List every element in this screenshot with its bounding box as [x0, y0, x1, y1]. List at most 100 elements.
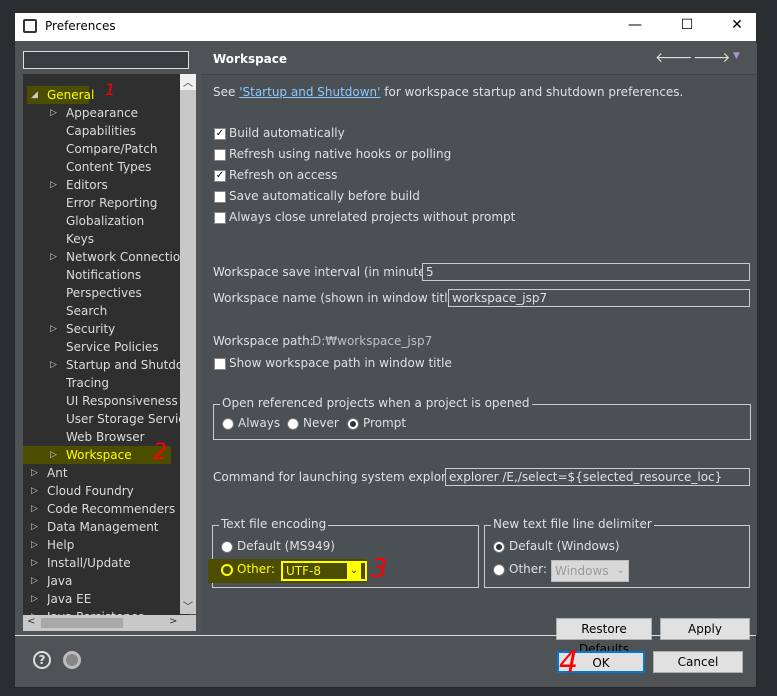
tree-item[interactable]: Tracing [66, 374, 109, 392]
expand-arrow-icon[interactable]: ▷ [31, 468, 38, 478]
tree-item[interactable]: Appearance [66, 104, 138, 122]
scroll-thumb[interactable] [41, 618, 123, 628]
tree-item[interactable]: Compare/Patch [66, 140, 157, 158]
tree-item[interactable]: Content Types [66, 158, 151, 176]
checkbox[interactable]: ✓ [214, 170, 226, 182]
expand-arrow-icon[interactable]: ▷ [31, 540, 38, 550]
expand-arrow-icon[interactable]: ▷ [50, 360, 57, 370]
tree-item[interactable]: Capabilities [66, 122, 136, 140]
tree-item[interactable]: Help [47, 536, 74, 554]
expand-arrow-icon[interactable]: ▷ [31, 504, 38, 514]
save-interval-label: Workspace save interval (in minutes): [213, 265, 441, 279]
view-menu-icon[interactable]: ▼ [733, 51, 740, 61]
eclipse-icon [23, 19, 37, 33]
tree-item[interactable]: Data Management [47, 518, 159, 536]
radio-always[interactable] [222, 418, 234, 430]
import-export-icon[interactable] [63, 651, 81, 669]
radio-prompt-label: Prompt [363, 416, 407, 430]
expand-arrow-icon[interactable]: ▷ [50, 450, 57, 460]
tree-item[interactable]: Service Policies [66, 338, 159, 356]
tree-item[interactable]: UI Responsiveness Monitoring [66, 392, 180, 410]
checkbox[interactable] [214, 212, 226, 224]
tree-item[interactable]: Web Browser [66, 428, 145, 446]
line-delimiter-group: New text file line delimiter Default (Wi… [484, 517, 750, 588]
maximize-button[interactable]: ☐ [677, 17, 697, 33]
scroll-right-icon[interactable]: > [169, 616, 177, 627]
tree-item[interactable]: Install/Update [47, 554, 131, 572]
workspace-path-value: D:₩workspace_jsp7 [312, 334, 433, 348]
back-arrow-icon[interactable]: 🡐 [655, 49, 693, 66]
tree-item[interactable]: Editors [66, 176, 108, 194]
tree-item[interactable]: Cloud Foundry [47, 482, 134, 500]
startup-shutdown-link[interactable]: 'Startup and Shutdown' [239, 85, 380, 99]
tree-item[interactable]: Error Reporting [66, 194, 157, 212]
restore-defaults-button[interactable]: Restore Defaults [556, 618, 652, 656]
expand-arrow-icon[interactable]: ▷ [50, 180, 57, 190]
filter-input[interactable] [25, 53, 165, 67]
scroll-left-icon[interactable]: < [27, 616, 35, 627]
tree-item[interactable]: Code Recommenders [47, 500, 175, 518]
tree-item[interactable]: General [47, 86, 94, 104]
delimiter-other-label: Other: [509, 562, 547, 576]
minimize-button[interactable]: — [625, 17, 645, 33]
checkbox[interactable] [214, 149, 226, 161]
tree-item[interactable]: Perspectives [66, 284, 142, 302]
tree-item[interactable]: Java [47, 572, 72, 590]
delimiter-other-radio[interactable] [493, 564, 505, 576]
save-interval-input[interactable]: 5 [422, 263, 750, 281]
scroll-up-icon[interactable]: ︿ [180, 74, 196, 90]
expand-arrow-icon[interactable]: ▷ [31, 594, 38, 604]
expand-arrow-icon[interactable]: ▷ [50, 252, 57, 262]
chevron-down-icon: ⌄ [616, 565, 625, 576]
expand-arrow-icon[interactable]: ▷ [31, 486, 38, 496]
workspace-name-input[interactable]: workspace_jsp7 [448, 289, 750, 307]
tree-item[interactable]: Notifications [66, 266, 141, 284]
tree-item[interactable]: Java EE [47, 590, 91, 608]
collapse-arrow-icon[interactable]: ◢ [31, 90, 38, 100]
scroll-down-icon[interactable]: ﹀ [180, 598, 196, 614]
expand-arrow-icon[interactable]: ▷ [50, 108, 57, 118]
forward-arrow-icon[interactable]: 🡒 [693, 49, 731, 66]
help-icon[interactable]: ? [33, 651, 51, 669]
checkbox-label: Save automatically before build [229, 189, 420, 203]
open-projects-group: Open referenced projects when a project … [213, 396, 751, 440]
tree-horizontal-scrollbar[interactable]: < > [23, 615, 196, 631]
checkbox-label: Refresh on access [229, 168, 338, 182]
tree-item[interactable]: User Storage Service [66, 410, 180, 428]
tree-item[interactable]: Globalization [66, 212, 144, 230]
explorer-command-label: Command for launching system explorer: [213, 470, 462, 484]
tree-item[interactable]: Security [66, 320, 115, 338]
tree-item[interactable]: Keys [66, 230, 94, 248]
checkbox[interactable]: ✓ [214, 128, 226, 140]
expand-arrow-icon[interactable]: ▷ [31, 558, 38, 568]
explorer-command-input[interactable]: explorer /E,/select=${selected_resource_… [445, 468, 750, 486]
encoding-default-label: Default (MS949) [237, 539, 335, 553]
radio-never[interactable] [287, 418, 299, 430]
tree-item[interactable]: Search [66, 302, 107, 320]
tree-vertical-scrollbar[interactable]: ︿ ﹀ [180, 74, 196, 614]
expand-arrow-icon[interactable]: ▷ [31, 522, 38, 532]
encoding-select[interactable]: UTF-8 ⌄ [281, 561, 367, 581]
apply-button[interactable]: Apply [660, 618, 750, 640]
tree-item[interactable]: Network Connections [66, 248, 180, 266]
delimiter-default-radio[interactable] [493, 541, 505, 553]
open-projects-title: Open referenced projects when a project … [220, 396, 532, 410]
radio-prompt[interactable] [347, 418, 359, 430]
expand-arrow-icon[interactable]: ▷ [31, 576, 38, 586]
workspace-page: Workspace 🡐 🡒 ▼ See 'Startup and Shutdow… [201, 43, 757, 656]
show-path-checkbox[interactable] [214, 358, 226, 370]
checkbox-label: Build automatically [229, 126, 345, 140]
close-button[interactable]: ✕ [727, 17, 747, 33]
encoding-default-radio[interactable] [221, 541, 233, 553]
tree-item[interactable]: Startup and Shutdown [66, 356, 180, 374]
checkbox[interactable] [214, 191, 226, 203]
tree-item[interactable]: Workspace [66, 446, 132, 464]
expand-arrow-icon[interactable]: ▷ [50, 324, 57, 334]
tree-item[interactable]: Ant [47, 464, 68, 482]
delimiter-select[interactable]: Windows ⌄ [551, 560, 629, 582]
annotation-1: 1 [105, 80, 116, 99]
chevron-down-icon[interactable]: ⌄ [347, 563, 361, 579]
cancel-button[interactable]: Cancel [653, 651, 743, 673]
text-encoding-group: Text file encoding Default (MS949) Other… [208, 517, 479, 588]
encoding-other-radio[interactable] [221, 564, 233, 576]
